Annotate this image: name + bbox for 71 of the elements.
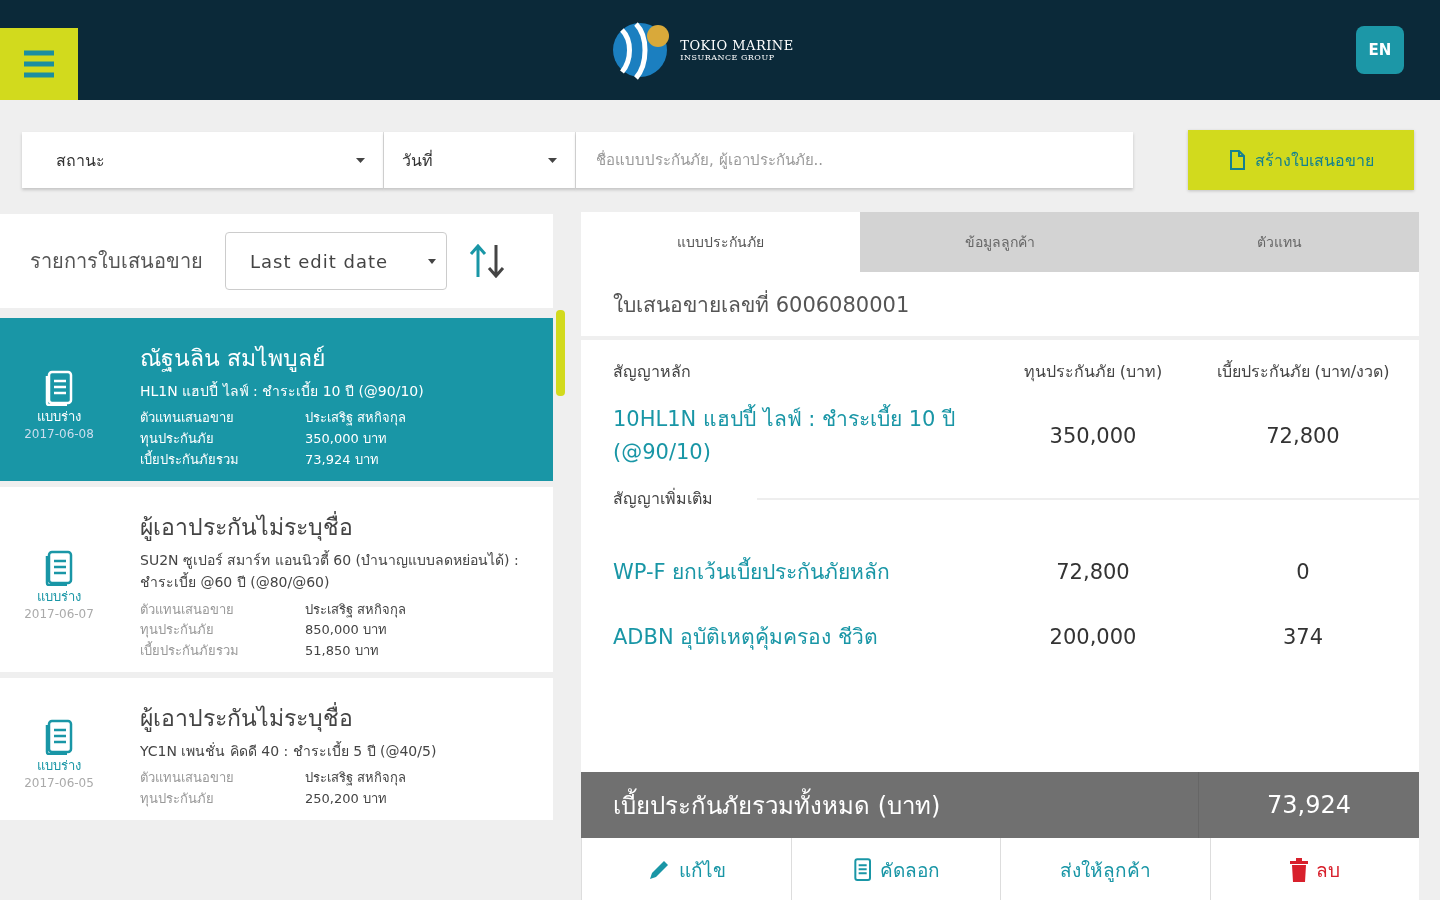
detail-label: เบี้ยประกันภัยรวม <box>140 450 240 469</box>
insured-name: ณัฐนลิน สมไพบูลย์ <box>140 344 327 374</box>
premium-cell-text: 72,800 <box>1265 423 1341 448</box>
proposal-number: ใบเสนอขายเลขที่ 6006080001 <box>581 272 1419 336</box>
plan-link[interactable]: WP-F ยกเว้นเบี้ยประกันภัยหลัก <box>613 555 993 589</box>
plan-link[interactable]: ADBN อุบัติเหตุคุ้มครอง ชีวิต <box>613 620 993 654</box>
insured-name: ผู้เอาประกันไม่ระบุชื่อ <box>140 701 354 734</box>
plan-name: SU2N ซูเปอร์ สมาร์ท แอนนิวตี้ 60 (บำนาญแบบลดหย่อนได้) : ชำระเบี้ย @60 ปี (@80/@60) <box>140 549 520 593</box>
section-heading: สัญญาเพิ่มเติม <box>613 487 713 511</box>
date-label: 2017-06-07 <box>24 606 94 621</box>
proposal-card[interactable]: แบบร่าง 2017-06-08 ณัฐนลิน สมไพบูลย์ HL1N แฮปปี้ ไลฟ์ : ชำระเบี้ย 10 ปี (@90/10) ตัวแทนเสนอขาย ประเสริฐ สหกิจกุล ทุนประกันภัย 350,000 บาท เบี้ยประกันภัยรวม 73,924 บาท <box>0 318 553 481</box>
column-header: สัญญาหลัก <box>613 361 692 383</box>
sum-insured-cell-text: 350,000 <box>1048 423 1138 448</box>
caret-icon <box>428 258 436 264</box>
detail-value: 73,924 บาท <box>305 451 380 469</box>
detail-value: ประเสริฐ สหกิจกุล <box>305 600 408 620</box>
logo-text: TOKIO MARINE <box>680 38 794 53</box>
detail-value: 350,000 บาท <box>305 430 388 449</box>
caret-icon <box>356 157 365 163</box>
status-label: แบบร่าง <box>37 587 81 606</box>
menu-button[interactable] <box>0 28 78 100</box>
plan-name: HL1N แฮปปี้ ไลฟ์ : ชำระเบี้ย 10 ปี (@90/10) <box>140 380 425 401</box>
detail-label: ทุนประกันภัย <box>140 621 215 640</box>
detail-value: ประเสริฐ สหกิจกุล <box>305 769 408 788</box>
detail-value: 850,000 บาท <box>305 621 388 640</box>
document-icon <box>851 858 872 882</box>
premium-cell-text: 0 <box>1295 559 1311 584</box>
status-dropdown[interactable]: สถานะ <box>22 132 384 188</box>
sum-insured-cell-text: 72,800 <box>1055 559 1131 584</box>
detail-label: ตัวแทนเสนอขาย <box>140 409 235 428</box>
plan-link[interactable]: 10HL1N แฮปปี้ ไลฟ์ : ชำระเบี้ย 10 ปี (@90/10) <box>613 403 993 469</box>
detail-label: ทุนประกันภัย <box>140 430 215 449</box>
scrollbar-thumb[interactable] <box>556 310 565 396</box>
language-button[interactable]: EN <box>1356 26 1404 74</box>
sort-dropdown[interactable]: Last edit date <box>225 232 447 290</box>
detail-value: 250,200 บาท <box>305 790 388 809</box>
plan-name: YC1N เพนชั่น คิดดี 40 : ชำระเบี้ย 5 ปี (@40/5) <box>140 740 438 761</box>
sum-insured-cell-text: 200,000 <box>1048 624 1138 649</box>
premium-cell-text: 374 <box>1281 624 1325 649</box>
create-proposal-button[interactable]: สร้างใบเสนอขาย <box>1188 130 1414 190</box>
proposal-card[interactable]: แบบร่าง 2017-06-05 ผู้เอาประกันไม่ระบุชื่อ YC1N เพนชั่น คิดดี 40 : ชำระเบี้ย 5 ปี (@40/5) ตัวแทนเสนอขาย ประเสริฐ สหกิจกุล ทุนประกันภัย 250,200 บาท <box>0 677 553 820</box>
tab[interactable]: แบบประกันภัย <box>581 212 861 272</box>
column-header: ทุนประกันภัย (บาท) <box>1022 361 1164 384</box>
date-label: 2017-06-05 <box>24 776 94 791</box>
logo-subtext: INSURANCE GROUP <box>680 53 776 62</box>
total-value: 73,924 <box>1266 790 1352 821</box>
date-dropdown[interactable]: วันที่ <box>384 132 576 188</box>
status-label: แบบร่าง <box>37 757 81 776</box>
date-label: 2017-06-08 <box>24 426 94 441</box>
document-icon <box>1228 150 1245 170</box>
menu-icon <box>23 50 55 78</box>
caret-icon <box>548 157 557 163</box>
detail-label: ตัวแทนเสนอขาย <box>140 600 235 619</box>
detail-label: ทุนประกันภัย <box>140 790 215 809</box>
detail-value: ประเสริฐ สหกิจกุล <box>305 409 408 428</box>
document-icon <box>44 369 74 406</box>
column-header: เบี้ยประกันภัย (บาท/งวด) <box>1215 359 1391 383</box>
tab[interactable]: ตัวแทน <box>1139 212 1419 272</box>
detail-value: 51,850 บาท <box>305 642 380 661</box>
detail-label: ตัวแทนเสนอขาย <box>140 769 235 788</box>
sort-order-icon[interactable] <box>469 244 505 278</box>
insured-name: ผู้เอาประกันไม่ระบุชื่อ <box>140 510 354 543</box>
detail-label: เบี้ยประกันภัยรวม <box>140 641 240 661</box>
tab[interactable]: ข้อมูลลูกค้า <box>860 212 1140 272</box>
trash-icon <box>1289 858 1308 882</box>
status-label: แบบร่าง <box>37 407 81 426</box>
list-title: รายการใบเสนอขาย <box>30 248 203 275</box>
search-field[interactable]: ชื่อแบบประกันภัย, ผู้เอาประกันภัย.. <box>576 132 1133 188</box>
proposal-card[interactable] <box>0 486 553 672</box>
document-icon <box>44 549 74 586</box>
document-icon <box>44 719 74 756</box>
